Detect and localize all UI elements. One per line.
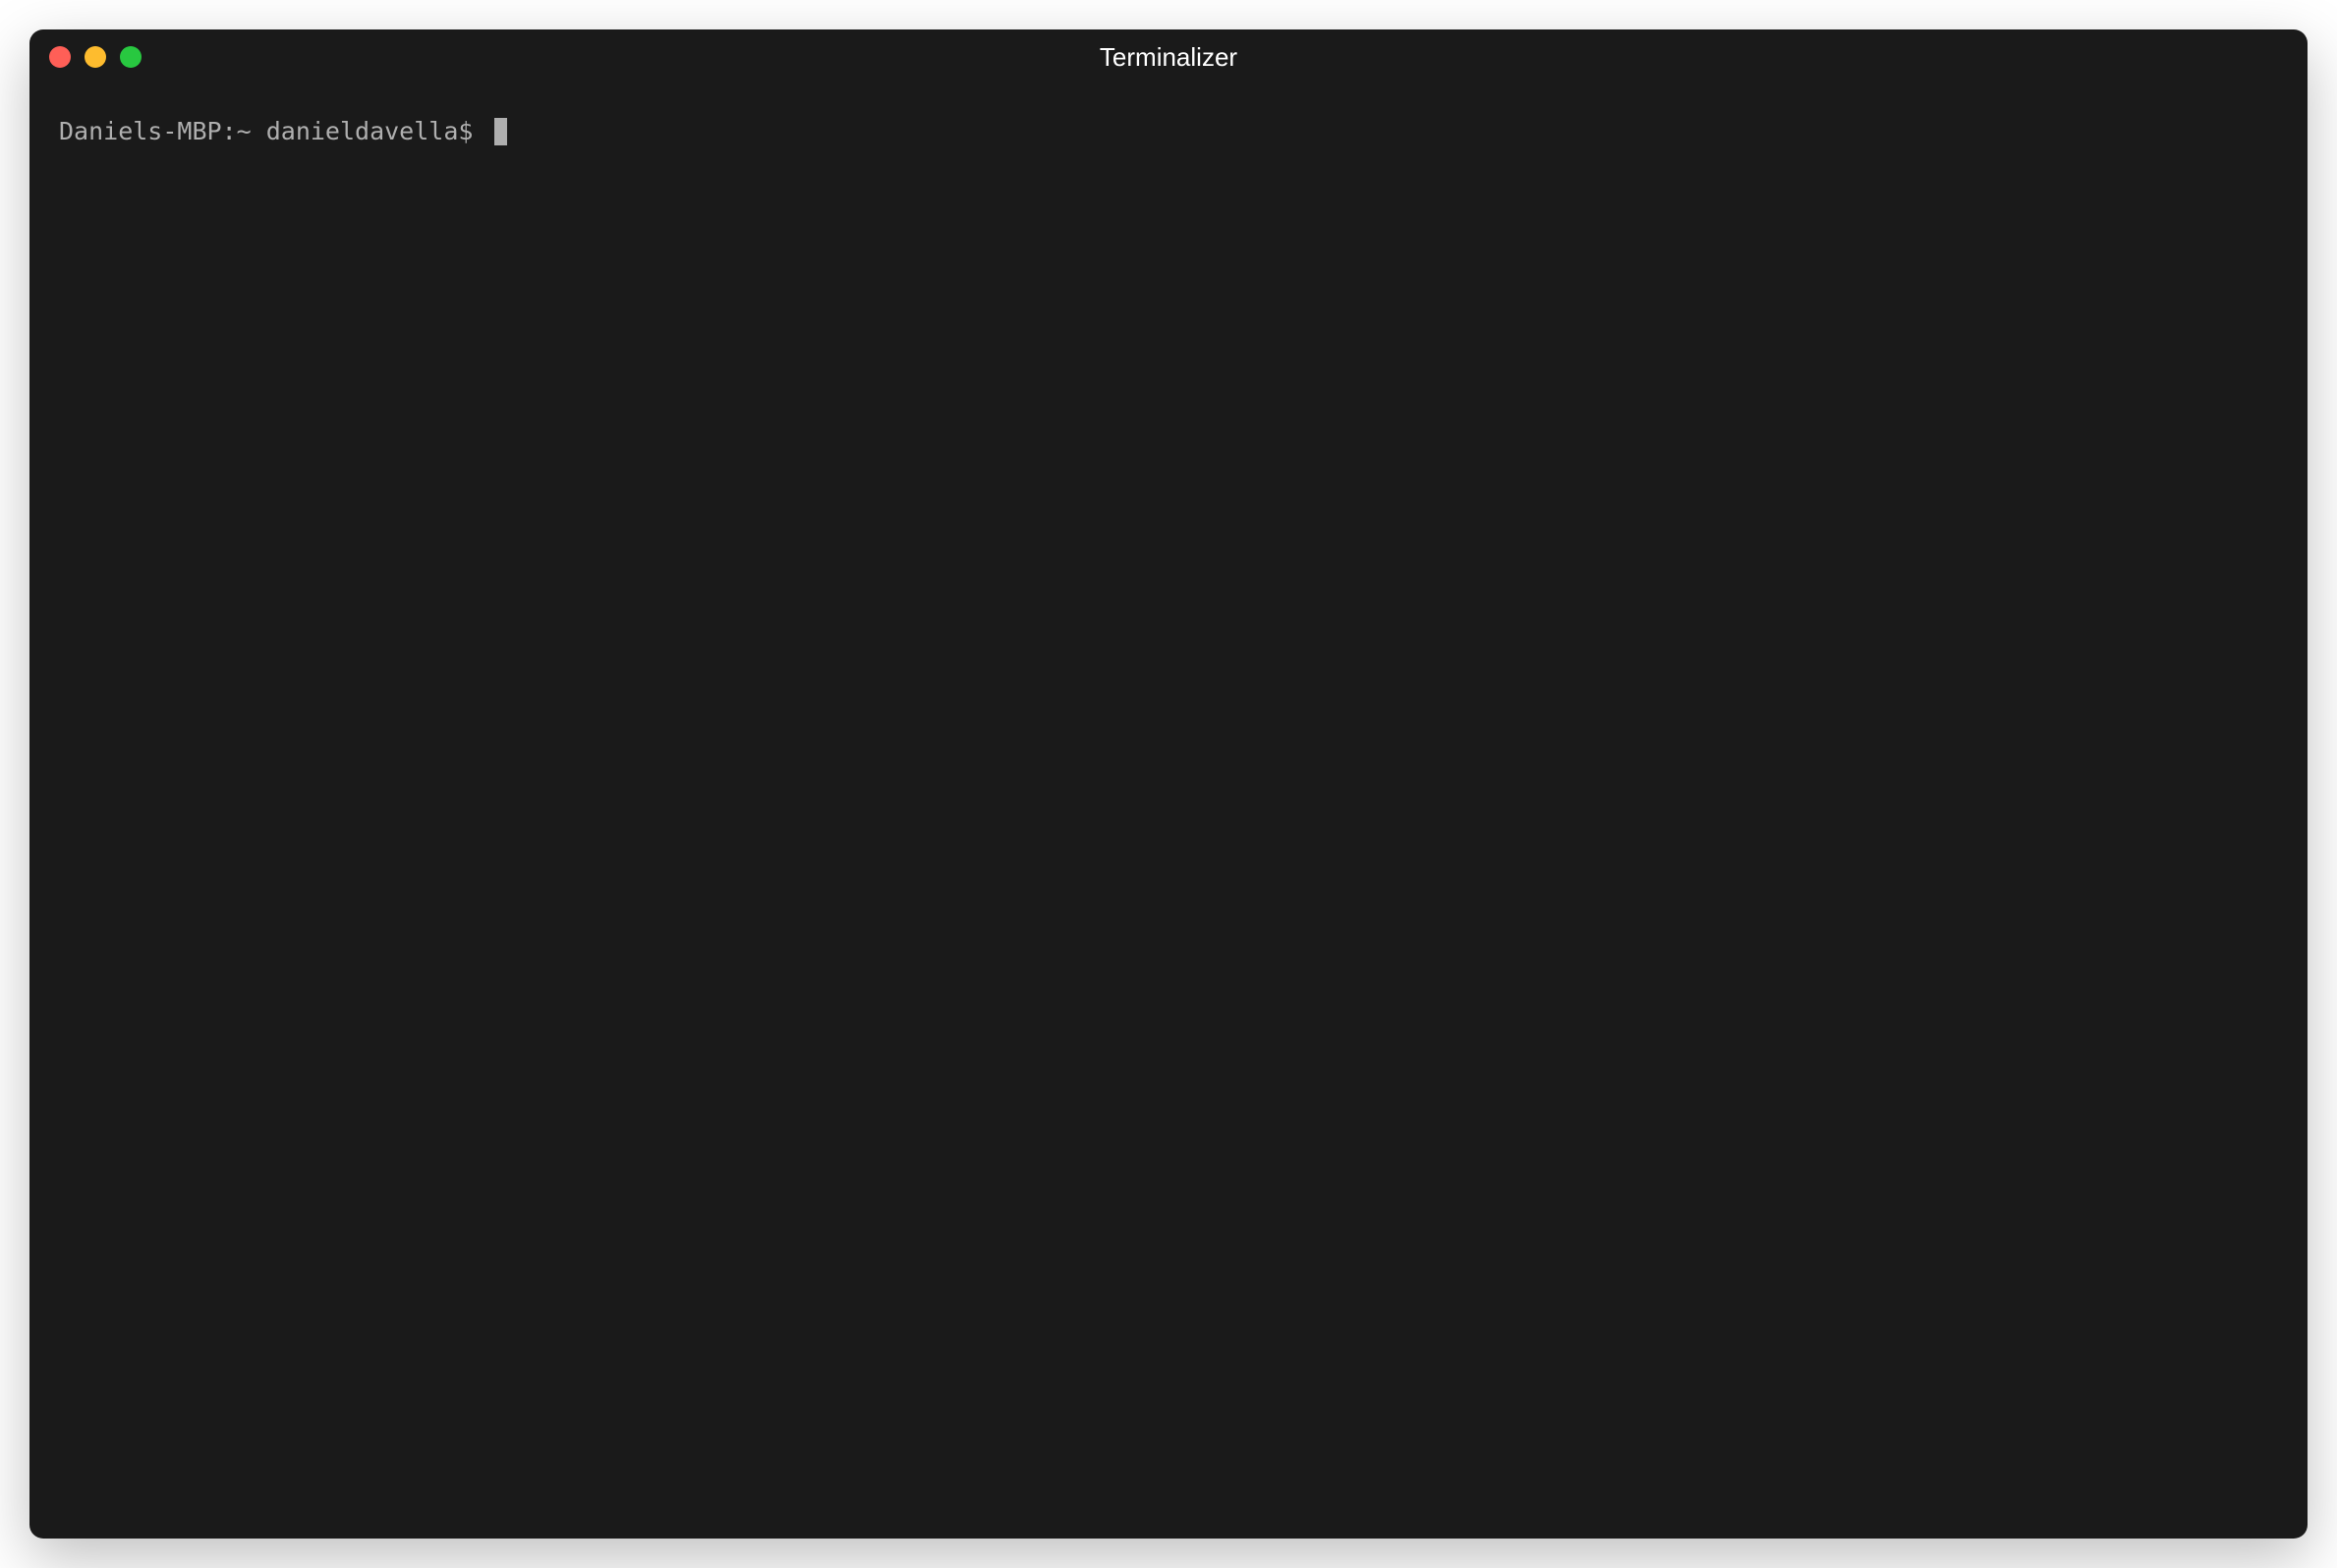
terminal-window: Terminalizer Daniels-MBP:~ danieldavella… [29,29,2308,1539]
maximize-button[interactable] [120,46,142,68]
title-bar: Terminalizer [29,29,2308,84]
prompt-text: Daniels-MBP:~ danieldavella$ [59,114,488,148]
terminal-body[interactable]: Daniels-MBP:~ danieldavella$ [29,84,2308,1539]
minimize-button[interactable] [85,46,106,68]
window-title: Terminalizer [1100,42,1237,73]
prompt-line: Daniels-MBP:~ danieldavella$ [59,114,2278,148]
traffic-lights [49,46,142,68]
close-button[interactable] [49,46,71,68]
cursor-icon [494,118,507,145]
